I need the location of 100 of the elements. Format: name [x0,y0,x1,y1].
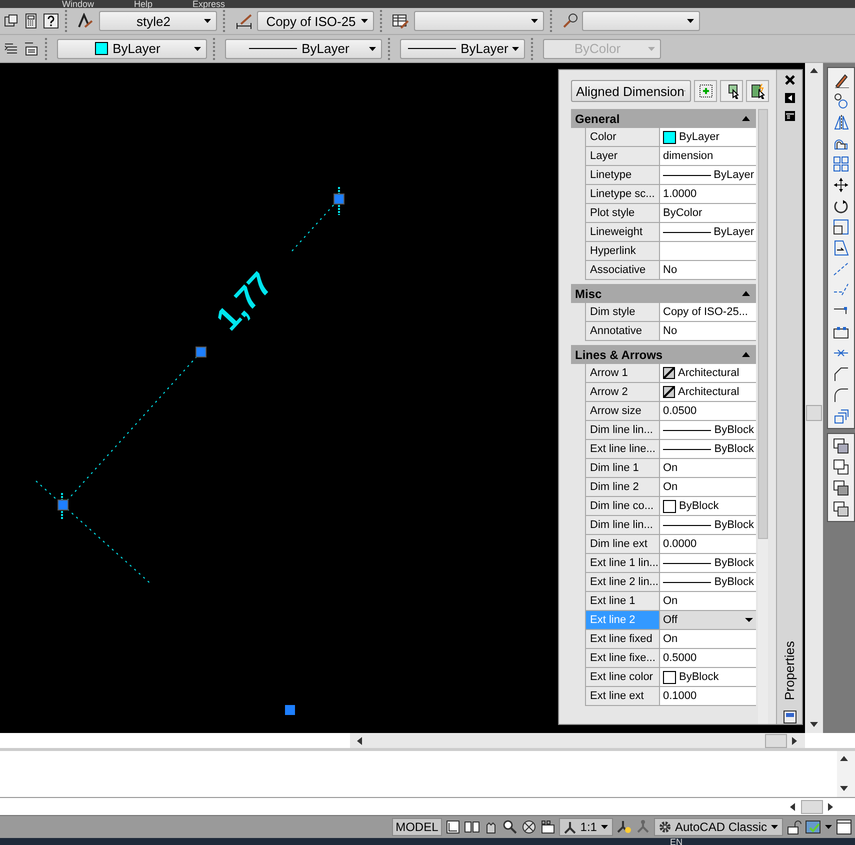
trim-icon[interactable] [833,261,849,277]
section-header[interactable]: General [571,109,756,128]
scroll-down-icon[interactable] [809,721,819,729]
property-value[interactable]: ByLayer [660,166,756,184]
table-style-icon[interactable] [392,13,410,29]
scale-icon[interactable] [833,219,849,235]
color-dropdown[interactable]: ByLayer [57,38,207,58]
property-value[interactable]: ByBlock [660,440,756,458]
scroll-thumb[interactable] [806,405,822,421]
scrollbar[interactable] [805,63,823,733]
property-value[interactable]: dimension [660,147,756,165]
break-at-point-icon[interactable] [833,324,849,340]
property-value[interactable]: 1.0000 [660,185,756,203]
property-label[interactable]: Ext line color [585,668,660,686]
close-icon[interactable] [784,74,796,86]
tray-settings-icon[interactable] [805,819,821,835]
property-label[interactable]: Linetype sc... [585,185,660,203]
property-label[interactable]: Associative [585,261,660,279]
grip-handle[interactable] [334,194,344,204]
property-label[interactable]: Plot style [585,204,660,222]
palette-icon[interactable] [782,710,796,724]
property-value[interactable]: 0.1000 [660,687,756,705]
property-label[interactable]: Dim line lin... [585,421,660,439]
section-header[interactable]: Lines & Arrows [571,345,756,364]
caret-icon[interactable] [824,823,833,831]
dimension-style-icon[interactable] [235,13,253,29]
zoom-icon[interactable] [502,819,518,835]
scrollbar[interactable] [758,109,768,724]
mirror-icon[interactable] [833,114,849,130]
select-objects-button[interactable] [720,80,743,102]
property-label[interactable]: Ext line 2 lin... [585,573,660,591]
property-value[interactable]: On [660,459,756,477]
chamfer-icon[interactable] [833,366,849,382]
pickadd-button[interactable] [694,80,717,102]
property-value[interactable]: No [660,261,756,279]
property-label[interactable]: Dim line 1 [585,459,660,477]
rotate-icon[interactable] [833,198,849,214]
multileader-style-icon[interactable] [562,13,578,29]
property-value[interactable]: On [660,592,756,610]
scroll-thumb[interactable] [801,800,823,814]
workspace-button[interactable]: AutoCAD Classic [654,818,783,836]
text-style-icon[interactable] [77,13,95,29]
property-label[interactable]: Dim line co... [585,497,660,515]
property-label[interactable]: Color [585,128,660,146]
showmotion-icon[interactable] [540,819,556,835]
collapse-icon[interactable] [741,114,751,123]
layout-icon[interactable] [445,819,462,835]
send-to-back-icon[interactable] [833,459,849,475]
scroll-right-icon[interactable] [827,802,835,812]
property-value[interactable]: ByBlock [660,668,756,686]
explode-icon[interactable] [833,408,849,424]
extend-icon[interactable] [833,282,849,298]
collapse-icon[interactable] [741,350,751,359]
property-value[interactable]: ByBlock [660,516,756,534]
property-value[interactable]: ByBlock [660,554,756,572]
property-value[interactable]: ByBlock [660,573,756,591]
lock-icon[interactable] [786,819,802,835]
property-label[interactable]: Ext line line... [585,440,660,458]
object-type-dropdown[interactable]: Aligned Dimension [571,80,691,102]
scroll-up-icon[interactable] [839,755,849,763]
property-label[interactable]: Linetype [585,166,660,184]
scroll-right-icon[interactable] [791,736,799,746]
property-label[interactable]: Ext line fixed [585,630,660,648]
lineweight-dropdown[interactable]: ByLayer [400,38,525,58]
property-label[interactable]: Arrow size [585,402,660,420]
property-value[interactable]: Copy of ISO-25... [660,303,756,321]
property-label[interactable]: Dim line ext [585,535,660,553]
bring-to-front-icon[interactable] [833,438,849,454]
property-value[interactable]: 0.0000 [660,535,756,553]
calculator-icon[interactable] [23,13,39,29]
property-label[interactable]: Hyperlink [585,242,660,260]
scroll-down-icon[interactable] [839,785,849,793]
quick-select-button[interactable] [746,80,769,102]
property-label[interactable]: Dim line 2 [585,478,660,496]
property-label[interactable]: Arrow 1 [585,364,660,382]
scrollbar[interactable] [350,733,805,748]
layer-states-icon[interactable] [23,40,39,56]
property-label[interactable]: Annotative [585,322,660,340]
layout-tabs-icon[interactable] [464,819,480,835]
menu-item[interactable]: Window [62,0,94,8]
property-label[interactable]: Ext line 1 [585,592,660,610]
properties-menu-icon[interactable] [784,110,796,122]
grip-handle[interactable] [196,346,206,358]
linetype-dropdown[interactable]: ByLayer [225,38,382,58]
clean-screen-icon[interactable] [836,819,852,835]
scroll-thumb[interactable] [765,734,787,748]
move-icon[interactable] [833,177,849,193]
property-value[interactable]: ByColor [660,204,756,222]
multileader-style-dropdown[interactable] [582,11,700,31]
property-value[interactable]: ByBlock [660,421,756,439]
annotation-scale-button[interactable]: 1:1 [559,818,613,836]
section-header[interactable]: Misc [571,284,756,303]
property-label[interactable]: Ext line fixe... [585,649,660,667]
help-icon[interactable] [43,13,59,29]
property-value[interactable]: ByBlock [660,497,756,515]
scroll-left-icon[interactable] [789,802,797,812]
annotation-visibility-icon[interactable] [616,819,632,835]
property-value[interactable]: 0.5000 [660,649,756,667]
stretch-icon[interactable] [833,240,849,256]
cube-icon[interactable] [3,13,19,29]
